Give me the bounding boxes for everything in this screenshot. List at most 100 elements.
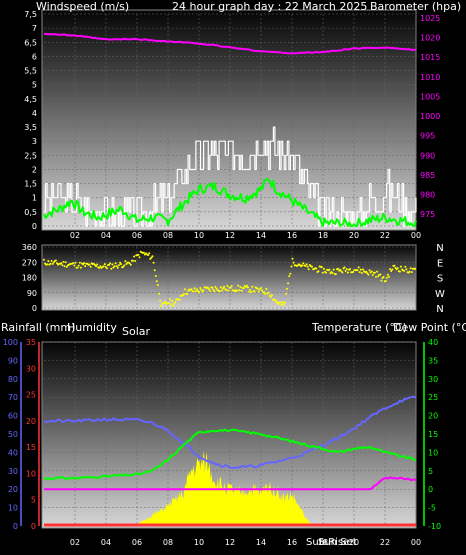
wind-direction-point [43, 258, 45, 261]
wind-axis-label: Windspeed (m/s) [36, 0, 129, 13]
wind-direction-point [290, 265, 293, 268]
time-tick-label: 16 [287, 538, 297, 547]
baro-axis-label: Barometer (hpa) [370, 0, 461, 13]
temp-tick-label: 40 [428, 338, 438, 347]
rain-tick-label: 15 [26, 443, 36, 452]
wind-tick-label: 0,5 [24, 208, 37, 217]
time-tick-label: 02 [70, 231, 80, 240]
baro-tick-label: 995 [420, 132, 435, 141]
wind-direction-point [315, 267, 318, 270]
dir-tick-label: 360 [22, 243, 37, 252]
time-tick-label: 00 [411, 231, 421, 240]
wind-direction-point [64, 261, 67, 264]
wind-direction-point [183, 293, 185, 295]
wind-direction-point [194, 290, 197, 293]
wind-direction-point [359, 268, 362, 271]
wind-tick-label: 4 [32, 109, 37, 118]
humidity-tick-label: 50 [8, 430, 18, 439]
wind-direction-point [209, 289, 211, 292]
baro-tick-label: 1000 [420, 112, 440, 121]
wind-direction-point [200, 288, 203, 291]
wind-direction-point [341, 271, 344, 274]
baro-tick-label: 985 [420, 171, 435, 180]
time-tick-label: 10 [194, 231, 204, 240]
temp-tick-label: 35 [428, 356, 438, 365]
wind-direction-point [169, 304, 172, 306]
wind-direction-point [63, 265, 66, 268]
wind-direction-point [237, 284, 240, 287]
wind-tick-label: 5,5 [24, 67, 37, 76]
dir-tick-label: 90 [27, 289, 37, 298]
wind-direction-point [79, 266, 82, 269]
temp-tick-label: 15 [428, 430, 438, 439]
wind-direction-point [400, 265, 402, 268]
wind-direction-point [73, 264, 76, 267]
wind-direction-point [405, 268, 408, 271]
humidity-tick-label: 90 [8, 356, 18, 365]
humidity-tick-label: 40 [8, 448, 18, 457]
rain-tick-label: 20 [26, 417, 36, 426]
chart-title: 24 hour graph day : 22 March 2025 [172, 0, 367, 13]
wind-direction-point [160, 305, 163, 308]
wind-direction-point [267, 292, 270, 294]
wind-direction-point [265, 287, 268, 290]
wind-direction-point [253, 290, 256, 293]
wind-direction-point [332, 268, 335, 271]
wind-direction-point [384, 280, 387, 282]
wind-direction-point [239, 286, 242, 288]
wind-direction-point [147, 254, 150, 257]
wind-direction-point [321, 271, 324, 274]
wind-direction-point [114, 262, 117, 265]
wind-direction-point [240, 289, 243, 292]
wind-tick-label: 1,5 [24, 180, 37, 189]
wind-direction-point [302, 262, 305, 265]
wind-direction-point [213, 290, 216, 293]
wind-direction-point [371, 274, 374, 276]
temp-tick-label: 30 [428, 375, 438, 384]
wind-direction-point [102, 265, 105, 268]
wind-direction-point [388, 275, 390, 278]
wind-direction-point [60, 262, 63, 265]
wind-direction-point [396, 267, 399, 270]
wind-direction-point [307, 268, 310, 271]
wind-direction-point [376, 270, 379, 273]
wind-direction-point [117, 264, 120, 267]
time-tick-label: 22 [380, 231, 390, 240]
wind-direction-point [403, 269, 406, 272]
wind-direction-point [225, 289, 228, 291]
compass-label: W [435, 289, 445, 300]
wind-direction-point [375, 275, 377, 278]
baro-tick-label: 1005 [420, 92, 440, 101]
wind-tick-label: 0 [32, 222, 37, 231]
wind-direction-point [207, 288, 210, 290]
wind-direction-point [285, 292, 287, 295]
compass-label: E [437, 258, 443, 269]
wind-direction-point [279, 301, 282, 304]
rain-tick-label: 35 [26, 338, 36, 347]
wind-direction-point [111, 263, 114, 266]
wind-direction-point [133, 255, 136, 258]
wind-direction-point [345, 268, 348, 271]
wind-direction-point [116, 266, 119, 269]
wind-tick-label: 4,5 [24, 95, 37, 104]
wind-direction-point [367, 273, 370, 276]
time-tick-label: 00 [411, 538, 421, 547]
wind-tick-label: 2,5 [24, 151, 37, 160]
baro-tick-label: 980 [420, 191, 435, 200]
wind-direction-point [184, 288, 187, 291]
wind-direction-point [202, 289, 205, 292]
wind-direction-point [174, 301, 177, 303]
humidity-label: Humidity [67, 321, 117, 334]
wind-tick-label: 2 [32, 165, 37, 174]
wind-direction-point [96, 263, 99, 266]
time-tick-label: 12 [225, 538, 235, 547]
time-tick-label: 04 [101, 538, 111, 547]
wind-direction-point [120, 263, 122, 266]
rain-tick-label: 0 [31, 522, 36, 531]
wind-tick-label: 1 [32, 194, 37, 203]
time-tick-label: 06 [132, 538, 142, 547]
time-tick-label: 08 [163, 231, 173, 240]
wind-direction-point [292, 261, 295, 264]
temp-tick-label: 10 [428, 448, 438, 457]
wind-direction-point [196, 288, 198, 291]
